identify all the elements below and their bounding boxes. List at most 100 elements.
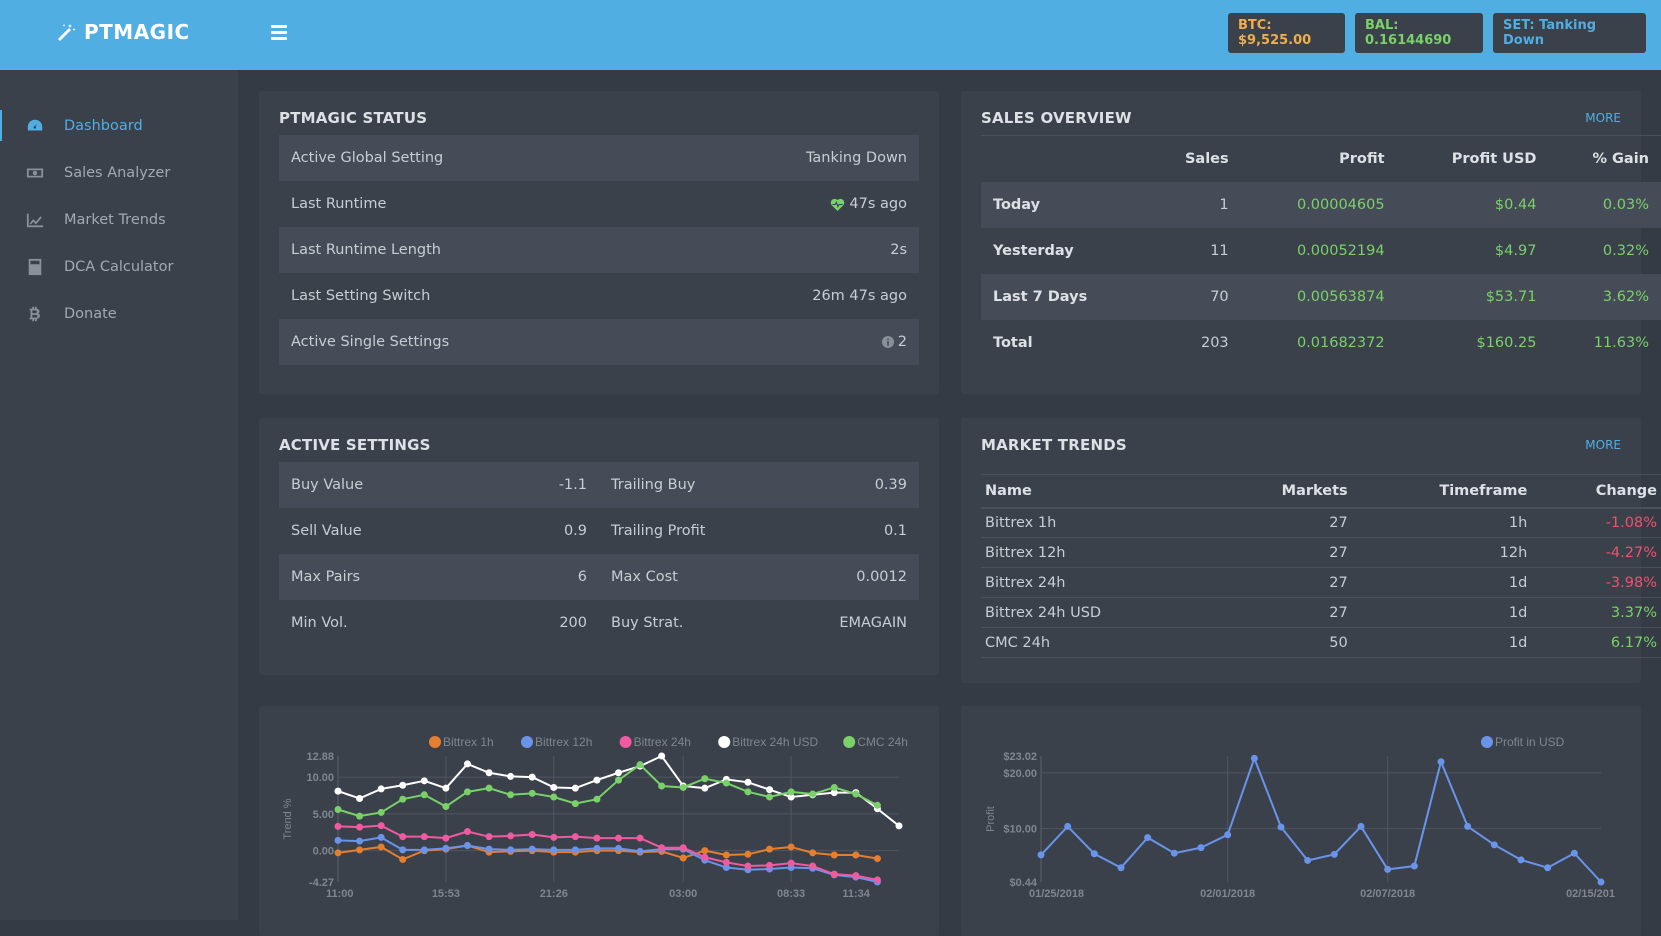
data-point (766, 786, 774, 794)
data-point (852, 872, 860, 880)
settings-row: Max Pairs 6 Max Cost 0.0012 (279, 554, 919, 600)
data-point (334, 805, 342, 813)
data-point (873, 876, 881, 884)
data-point (356, 846, 364, 854)
legend-swatch (718, 736, 731, 748)
data-point (1464, 822, 1472, 830)
setting-item: Buy Strat. EMAGAIN (599, 615, 907, 631)
data-point (571, 784, 579, 792)
data-point (1250, 754, 1258, 762)
setting-label: Trailing Buy (611, 477, 696, 493)
market-trend-row[interactable]: Bittrex 1h 27 1h -1.08% (981, 507, 1661, 538)
sidebar-item-dashboard[interactable]: Dashboard (0, 102, 238, 149)
setting-value: 6 (577, 569, 587, 585)
market-trend-row[interactable]: Bittrex 12h 27 12h -4.27% (981, 537, 1661, 568)
menu-toggle-icon[interactable] (271, 25, 287, 41)
logo-text: PTMAGIC (84, 20, 190, 44)
sidebar-item-sales-analyzer[interactable]: Sales Analyzer (0, 149, 238, 196)
logo[interactable]: PTMAGIC (56, 20, 190, 44)
data-point (334, 836, 342, 844)
data-point (722, 779, 730, 787)
balance-text: BAL: 0.16144690 (1365, 18, 1452, 48)
data-point (485, 845, 493, 853)
column-header (981, 136, 1146, 182)
data-point (463, 828, 471, 836)
data-point (809, 849, 817, 857)
x-tick-label: 21:26 (540, 888, 568, 900)
column-header: Profit USD (1451, 150, 1537, 167)
data-point (1357, 822, 1365, 830)
setting-item: Sell Value 0.9 (291, 523, 599, 539)
data-point (615, 844, 622, 852)
x-tick-label: 15:53 (432, 888, 460, 900)
info-icon[interactable] (881, 336, 894, 348)
sales-more-link[interactable]: MORE (1585, 111, 1621, 125)
data-point (507, 832, 515, 840)
profit-usd: $0.44 (1494, 196, 1537, 213)
trend-timeframe: 1d (1351, 597, 1532, 628)
data-point (507, 846, 515, 854)
data-point (1197, 844, 1205, 852)
sidebar-item-label: Market Trends (64, 211, 166, 228)
calculator-icon (28, 258, 42, 275)
sales-count: 203 (1200, 334, 1229, 351)
setting-label: Trailing Profit (611, 523, 706, 539)
data-point (1170, 849, 1178, 857)
data-point (1384, 865, 1392, 873)
status-label: Active Global Setting (291, 150, 444, 166)
status-row[interactable]: Active Single Settings 2 (279, 319, 919, 365)
btc-price-badge: BTC: $9,525.00 (1228, 13, 1345, 53)
period-label: Today (993, 196, 1041, 213)
data-point (399, 833, 407, 841)
series-line (337, 754, 900, 827)
data-point (442, 784, 450, 792)
data-point (420, 791, 428, 799)
y-axis-label: Trend % (282, 798, 294, 839)
data-point (852, 790, 860, 798)
data-point (334, 822, 342, 830)
data-point (442, 834, 450, 842)
data-point (873, 855, 881, 863)
status-row: Last Setting Switch 26m 47s ago (279, 273, 919, 319)
heartbeat-icon (831, 198, 845, 211)
market-trend-row[interactable]: Bittrex 24h USD 27 1d 3.37% (981, 597, 1661, 628)
column-header: Profit (1339, 150, 1385, 167)
trend-name: Bittrex 12h (981, 537, 1214, 568)
data-point (593, 776, 601, 784)
data-point (1304, 856, 1312, 864)
data-point (463, 841, 471, 849)
status-list: Active Global Setting Tanking Down Last R… (279, 135, 919, 365)
data-point (766, 845, 774, 853)
sales-table: Sales Profit Profit USD % Gain Today 1 0.0… (981, 135, 1661, 366)
data-point (550, 793, 558, 801)
market-trend-row[interactable]: CMC 24h 50 1d 6.17% (981, 627, 1661, 658)
sidebar-item-market-trends[interactable]: Market Trends (0, 196, 238, 243)
data-point (787, 788, 795, 796)
data-point (679, 783, 687, 791)
status-label: Last Runtime (291, 196, 387, 212)
data-point (809, 862, 817, 870)
status-value: 2 (897, 334, 907, 350)
sales-overview-card: SALES OVERVIEW MORE Sales Profit Profit … (961, 91, 1661, 394)
y-tick-label: $20.00 (1003, 768, 1037, 780)
x-tick-label: 02/01/2018 (1200, 888, 1255, 900)
data-point (528, 830, 536, 838)
market-trend-row[interactable]: Bittrex 24h 27 1d -3.98% (981, 567, 1661, 598)
column-header: Change (1531, 474, 1661, 509)
dashboard-icon (27, 119, 43, 130)
market-trends-more-link[interactable]: MORE (1585, 438, 1621, 452)
data-point (679, 854, 687, 862)
data-point (356, 812, 364, 820)
active-settings-card: ACTIVE SETTINGS Buy Value -1.1 Trailing Bu… (259, 418, 939, 675)
sidebar-item-donate[interactable]: Donate (0, 290, 238, 337)
sidebar-item-dca-calculator[interactable]: DCA Calculator (0, 243, 238, 290)
sidebar-item-label: Donate (64, 305, 117, 322)
status-value: 2s (890, 242, 907, 258)
data-point (528, 773, 536, 781)
status-value: 26m 47s ago (812, 288, 907, 304)
profit-btc: 0.00004605 (1296, 196, 1385, 213)
x-tick-label: 02/15/201 (1566, 888, 1615, 900)
sidebar: Dashboard Sales Analyzer Market Trends D… (0, 70, 238, 920)
data-point (636, 847, 644, 855)
percent-gain: 11.63% (1593, 334, 1649, 351)
